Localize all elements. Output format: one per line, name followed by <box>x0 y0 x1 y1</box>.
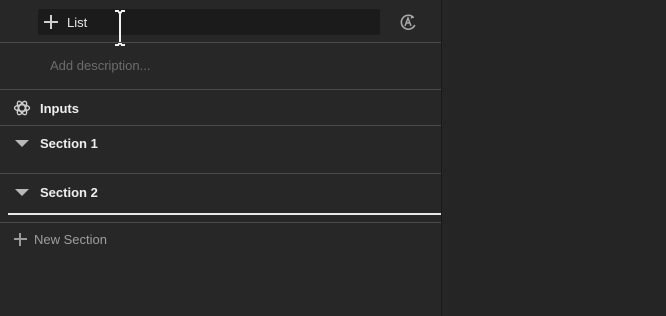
list-name-field[interactable]: List <box>38 9 380 35</box>
new-section-label: New Section <box>34 232 107 247</box>
plus-icon <box>14 233 27 246</box>
divider <box>0 173 441 174</box>
divider <box>0 125 441 126</box>
divider <box>0 42 441 43</box>
properties-panel: List Add description... Inputs Section 1… <box>0 0 442 316</box>
description-input[interactable]: Add description... <box>50 58 150 73</box>
triangle-down-icon[interactable] <box>15 140 29 147</box>
app-window: List Add description... Inputs Section 1… <box>0 0 666 316</box>
divider <box>0 222 441 223</box>
auto-layout-icon[interactable] <box>398 12 418 32</box>
new-section-button[interactable]: New Section <box>14 232 107 247</box>
section-2-label[interactable]: Section 2 <box>40 185 98 200</box>
gear-icon <box>13 100 31 116</box>
list-label: List <box>67 14 88 30</box>
divider <box>0 89 441 90</box>
right-pane <box>442 0 666 316</box>
section-1-label[interactable]: Section 1 <box>40 136 98 151</box>
drop-indicator <box>8 213 441 215</box>
plus-icon[interactable] <box>44 15 58 29</box>
triangle-down-icon[interactable] <box>15 189 29 196</box>
text-cursor-icon <box>115 10 125 46</box>
inputs-label[interactable]: Inputs <box>40 101 79 116</box>
